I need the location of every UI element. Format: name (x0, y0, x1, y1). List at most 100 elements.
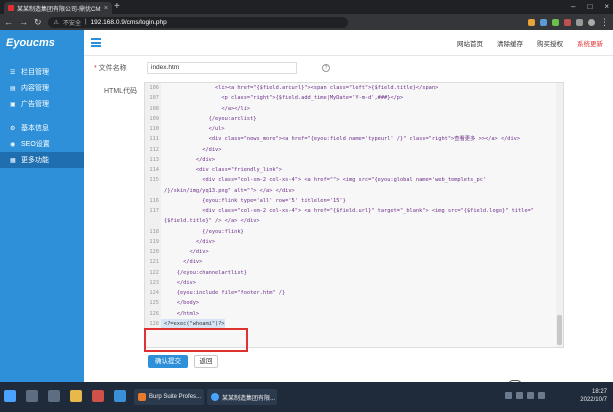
code-line: 123 </div> (145, 277, 557, 288)
code-line: 119 </div> (145, 236, 557, 247)
line-code: </html> (164, 310, 200, 317)
line-number: 112 (145, 144, 161, 155)
line-number: 109 (145, 113, 161, 124)
confirm-submit-button[interactable]: 确认提交 (148, 355, 188, 368)
line-code: </div> (164, 259, 203, 266)
menu-toggle-icon[interactable] (91, 38, 101, 47)
code-line: /}/skin/img/yq13.png" alt=""> </a> </div… (145, 185, 557, 196)
line-number: 114 (145, 165, 161, 176)
sidebar-item-seo[interactable]: ◉ SEO设置 (0, 136, 84, 152)
html-code-label: HTML代码 (104, 88, 138, 95)
sidebar: ☰ 栏目管理 ▤ 内容管理 ▣ 广告管理 ⚙ 基本信息 ◉ SEO设置 ▦ 更多功能 (0, 56, 84, 382)
sidebar-item-ads[interactable]: ▣ 广告管理 (0, 96, 84, 112)
main-content: * 文件名称 index.htm ? HTML代码 106 <li><a hre… (84, 56, 613, 382)
line-number: 126 (145, 308, 161, 319)
line-number: 107 (145, 93, 161, 104)
insecure-label: 不安全 (62, 20, 81, 27)
browser-menu-icon[interactable]: ⋮ (600, 17, 609, 28)
taskbar: Burp Suite Profes... 某某制造集团有限... 18:27 2… (0, 382, 613, 412)
taskbar-burp[interactable]: Burp Suite Profes... (134, 389, 204, 405)
extensions-area: ⋮ (528, 17, 609, 28)
app-icon[interactable] (114, 390, 126, 402)
line-number: 111 (145, 134, 161, 145)
new-tab-button[interactable]: + (114, 2, 120, 12)
minimize-icon[interactable]: – (571, 2, 575, 11)
line-number (145, 216, 161, 227)
line-number: 117 (145, 206, 161, 217)
line-number: 108 (145, 103, 161, 114)
code-line: 126 </html> (145, 308, 557, 319)
help-icon[interactable]: ? (322, 64, 330, 72)
line-code: <p class="right">{$field.add_time|MyDate… (164, 95, 404, 102)
search-icon[interactable] (26, 390, 38, 402)
document-icon: ▤ (10, 85, 16, 92)
toplink-clear-cache[interactable]: 清除缓存 (497, 38, 523, 48)
close-window-icon[interactable]: × (604, 2, 609, 11)
code-line: 116 {eyou:flink type='all' row='5' title… (145, 195, 557, 206)
taskview-icon[interactable] (48, 390, 60, 402)
tray-icon[interactable] (516, 392, 523, 399)
line-code: {eyou:flink type='all' row='5' titlelen=… (164, 197, 346, 204)
code-line: 114 <div class="friendly_link"> (145, 165, 557, 176)
profile-icon[interactable] (588, 18, 595, 26)
url-text: 192.168.0.9/cms/login.php (90, 18, 167, 26)
toplink-home[interactable]: 网站首页 (457, 38, 483, 48)
address-bar[interactable]: ⚠ 不安全 | 192.168.0.9/cms/login.php (47, 16, 348, 28)
tray-icon[interactable] (538, 392, 545, 399)
line-number: 106 (145, 83, 161, 94)
extension-icon[interactable] (528, 18, 535, 26)
line-number: 115 (145, 175, 161, 186)
sidebar-item-content[interactable]: ▤ 内容管理 (0, 80, 84, 96)
globe-icon: ◉ (10, 141, 16, 148)
gear-icon: ⚙ (10, 125, 16, 132)
sidebar-item-more[interactable]: ▦ 更多功能 (0, 152, 84, 168)
scrollbar-thumb[interactable] (557, 315, 562, 345)
code-line: {$field.title}" /> </a> </div> (145, 216, 557, 227)
line-code: <div class="col-sm-2 col-xs-4"> <a href=… (164, 177, 487, 184)
tray-icon[interactable] (505, 392, 512, 399)
filename-row: * 文件名称 index.htm ? (84, 62, 613, 76)
app-icon[interactable] (92, 390, 104, 402)
line-code: </ul> (164, 126, 225, 132)
chrome-icon (211, 393, 219, 401)
extension-icon[interactable] (564, 18, 571, 26)
toplink-buy-license[interactable]: 购买授权 (537, 38, 563, 48)
forward-icon[interactable]: → (19, 17, 28, 27)
clock[interactable]: 18:27 2022/10/7 (580, 388, 607, 404)
editor-scrollbar[interactable] (556, 83, 563, 347)
code-line: 107 <p class="right">{$field.add_time|My… (145, 93, 557, 104)
sidebar-item-columns[interactable]: ☰ 栏目管理 (0, 64, 84, 80)
taskbar-icons (4, 390, 148, 402)
tray-icon[interactable] (527, 392, 534, 399)
extension-icon[interactable] (576, 18, 583, 26)
line-number: 113 (145, 154, 161, 165)
back-button[interactable]: 返回 (194, 355, 218, 368)
line-number: 119 (145, 236, 161, 247)
code-line: 124 {eyou:include file="footer.htm" /} (145, 288, 557, 299)
code-line: 106 <li><a href="{$field.arcurl}"><span … (145, 83, 557, 94)
line-number: 121 (145, 257, 161, 268)
reload-icon[interactable]: ↻ (34, 17, 42, 28)
line-code: {$field.title}" /> </a> </div> (164, 218, 260, 225)
extension-icon[interactable] (540, 18, 547, 26)
line-code: </div> (164, 156, 216, 163)
code-editor[interactable]: 106 <li><a href="{$field.arcurl}"><span … (144, 82, 564, 348)
browser-tab[interactable]: 某某制造集团有限公司-鼎优CMS × (4, 2, 112, 14)
folder-icon[interactable] (70, 390, 82, 402)
code-line: 120 </div> (145, 247, 557, 258)
code-line: 117 <div class="col-sm-2 col-xs-4"> <a h… (145, 206, 557, 217)
sidebar-item-basic-info[interactable]: ⚙ 基本信息 (0, 120, 84, 136)
line-code: /}/skin/img/yq13.png" alt=""> </a> </div… (164, 187, 295, 194)
line-code: </div> (164, 249, 209, 255)
maximize-icon[interactable]: □ (587, 2, 592, 11)
filename-input[interactable]: index.htm (147, 62, 297, 74)
line-code: </a></li> (164, 105, 251, 112)
back-icon[interactable]: ← (4, 17, 13, 27)
window-controls: – □ × (571, 2, 609, 11)
toplink-system-update[interactable]: 系统更新 (577, 38, 603, 48)
start-icon[interactable] (4, 390, 16, 402)
extension-icon[interactable] (552, 18, 559, 26)
tab-close-icon[interactable]: × (104, 5, 108, 12)
taskbar-browser[interactable]: 某某制造集团有限... (207, 389, 277, 405)
line-number: 116 (145, 195, 161, 206)
